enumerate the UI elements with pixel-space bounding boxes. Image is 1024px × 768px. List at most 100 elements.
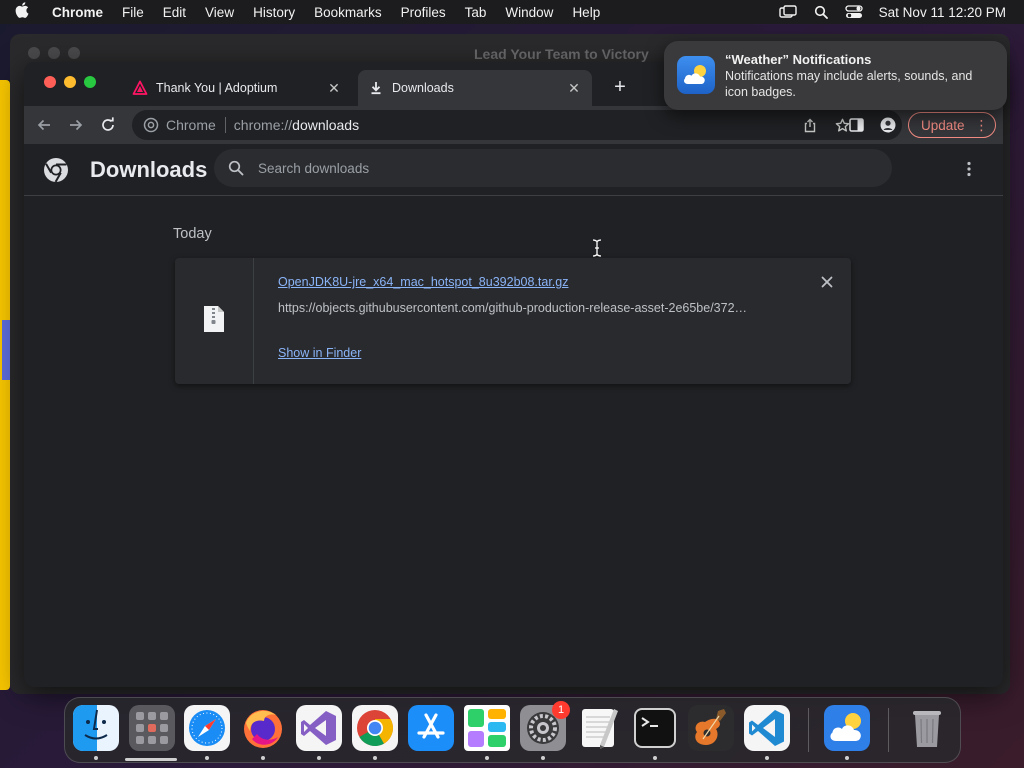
notification-title: “Weather” Notifications: [725, 52, 872, 67]
menu-window[interactable]: Window: [496, 5, 563, 20]
forward-button[interactable]: [60, 109, 92, 141]
download-item: OpenJDK8U-jre_x64_mac_hotspot_8u392b08.t…: [175, 258, 851, 384]
search-downloads-box[interactable]: [214, 149, 892, 187]
search-input[interactable]: [258, 160, 858, 176]
dock-separator: [808, 708, 809, 752]
chrome-icon[interactable]: [352, 705, 398, 751]
safari-icon[interactable]: [184, 705, 230, 751]
running-indicator: [765, 756, 769, 760]
download-icon: [368, 80, 384, 96]
menu-app-chrome[interactable]: Chrome: [44, 5, 113, 20]
menu-view[interactable]: View: [196, 5, 244, 20]
tab-downloads[interactable]: Downloads ✕: [358, 70, 592, 106]
terminal-icon[interactable]: [632, 705, 678, 751]
running-indicator: [317, 756, 321, 760]
zoom-window-button[interactable]: [84, 76, 96, 88]
remove-download-icon[interactable]: [818, 273, 836, 291]
menu-history[interactable]: History: [244, 5, 305, 20]
macos-dock: 1: [64, 697, 961, 763]
tab-adoptium[interactable]: Thank You | Adoptium ✕: [122, 70, 352, 106]
minimize-window-button[interactable]: [64, 76, 76, 88]
update-label: Update: [921, 117, 965, 133]
menu-edit[interactable]: Edit: [153, 5, 195, 20]
menu-bar-clock[interactable]: Sat Nov 11 12:20 PM: [871, 5, 1024, 20]
running-indicator: [541, 756, 545, 760]
new-tab-button[interactable]: +: [608, 76, 632, 100]
close-window-button[interactable]: [44, 76, 56, 88]
scheme-label: Chrome: [166, 117, 226, 133]
url-text: chrome://downloads: [226, 117, 359, 133]
search-icon: [214, 160, 258, 176]
menu-tab[interactable]: Tab: [455, 5, 496, 20]
running-indicator: [845, 756, 849, 760]
control-center-icon[interactable]: [838, 0, 871, 24]
page-title: Downloads: [90, 157, 208, 182]
chrome-logo-icon: [42, 156, 70, 189]
weather-icon[interactable]: [824, 705, 870, 751]
notification-body: Notifications may include alerts, sounds…: [725, 69, 973, 99]
running-indicator: [261, 756, 265, 760]
weather-notification[interactable]: “Weather” Notifications Notifications ma…: [664, 41, 1007, 110]
firefox-icon[interactable]: [240, 705, 286, 751]
share-icon[interactable]: [794, 118, 826, 133]
downloads-header: Downloads: [24, 144, 1003, 196]
show-in-finder-link[interactable]: Show in Finder: [278, 346, 361, 360]
tab-title: Downloads: [392, 81, 454, 95]
macos-menu-bar: Chrome File Edit View History Bookmarks …: [0, 0, 1024, 24]
menu-bookmarks[interactable]: Bookmarks: [305, 5, 392, 20]
tab-title: Thank You | Adoptium: [156, 81, 278, 95]
chrome-site-icon[interactable]: [136, 117, 166, 133]
close-tab-icon[interactable]: ✕: [326, 80, 342, 96]
apple-menu-icon[interactable]: [0, 2, 44, 22]
profile-avatar-icon[interactable]: [872, 110, 904, 140]
chrome-menu-icon[interactable]: ⋮: [975, 117, 989, 134]
running-indicator: [205, 756, 209, 760]
spotlight-search-icon[interactable]: [805, 0, 838, 24]
text-cursor-icon: [592, 239, 602, 262]
screen-mirroring-icon[interactable]: [772, 0, 805, 24]
url-prefix: chrome://: [233, 117, 293, 133]
reload-button[interactable]: [92, 109, 124, 141]
download-file-name-link[interactable]: OpenJDK8U-jre_x64_mac_hotspot_8u392b08.t…: [278, 275, 568, 289]
numbers-icon[interactable]: [464, 705, 510, 751]
textedit-icon[interactable]: [576, 705, 622, 751]
menu-help[interactable]: Help: [563, 5, 610, 20]
garageband-icon[interactable]: [688, 705, 734, 751]
visual-studio-icon[interactable]: [296, 705, 342, 751]
running-indicator: [485, 756, 489, 760]
back-button[interactable]: [28, 109, 60, 141]
window-controls: [44, 76, 96, 88]
chrome-window: Thank You | Adoptium ✕ Downloads ✕ + Chr…: [24, 62, 1003, 687]
notification-badge: 1: [552, 701, 570, 719]
weather-app-icon: [677, 56, 715, 94]
menu-bar-status-area: Sat Nov 11 12:20 PM: [772, 0, 1024, 24]
running-indicator: [373, 756, 377, 760]
downloads-page: Downloads Today OpenJDK8U-jre_x64_mac_ho…: [24, 144, 1003, 687]
address-bar[interactable]: Chrome chrome://downloads: [132, 110, 902, 140]
launchpad-icon[interactable]: [129, 705, 175, 751]
toolbar-right-actions: Update ⋮: [840, 110, 996, 140]
file-icon-area: [175, 258, 254, 384]
side-panel-icon[interactable]: [840, 110, 872, 140]
system-settings-icon[interactable]: 1: [520, 701, 570, 751]
menu-file[interactable]: File: [113, 5, 154, 20]
trash-icon[interactable]: [904, 705, 950, 751]
url-host: downloads: [292, 117, 360, 133]
background-window-controls: [28, 47, 80, 59]
running-indicator: [653, 756, 657, 760]
more-actions-icon[interactable]: [958, 158, 980, 180]
app-store-icon[interactable]: [408, 705, 454, 751]
download-source-url: https://objects.githubusercontent.com/gi…: [278, 301, 748, 315]
finder-icon[interactable]: [73, 705, 119, 751]
background-window-title: Lead Your Team to Victory: [474, 46, 649, 62]
update-button[interactable]: Update ⋮: [908, 112, 996, 138]
running-indicator: [94, 756, 98, 760]
chrome-toolbar: Chrome chrome://downloads Update ⋮: [24, 106, 1003, 144]
adoptium-icon: [132, 80, 148, 96]
menu-profiles[interactable]: Profiles: [391, 5, 455, 20]
close-tab-icon[interactable]: ✕: [566, 80, 582, 96]
dock-separator: [888, 708, 889, 752]
dock-hover-indicator: [125, 758, 177, 761]
vscode-icon[interactable]: [744, 705, 790, 751]
archive-file-icon: [203, 305, 225, 338]
